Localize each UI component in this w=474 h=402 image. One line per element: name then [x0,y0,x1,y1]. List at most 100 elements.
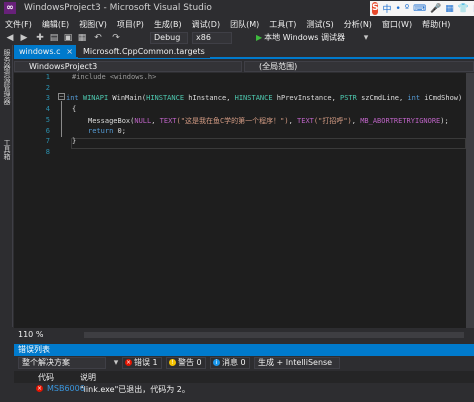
column-code[interactable]: 代码 [38,372,54,383]
solution-platform-select[interactable]: x86 [192,32,232,44]
column-description[interactable]: 说明 [80,372,96,383]
filter-icon[interactable]: ▾ [110,357,122,369]
macro: TEXT [297,117,314,125]
type: HINSTANCE [146,94,185,102]
macro: MB_ABORTRETRYIGNORE [360,117,441,125]
project-select[interactable]: WindowsProject3 [14,61,242,72]
server-explorer-tab[interactable]: 服务器资源管理器 [2,49,12,105]
close-icon[interactable]: × [66,45,73,58]
error-list-title[interactable]: 错误列表 [14,344,474,356]
ime-toolbar[interactable]: S 中 • º ⌨ 🎤 ▦ 👕 ▦ [370,1,474,16]
start-debugging-button[interactable]: ▶ 本地 Windows 调试器 [256,32,345,44]
keyword: int [66,94,79,102]
identifier: 0; [113,127,126,135]
keyword: return [88,127,114,135]
title-bar: ∞ WindowsProject3 - Microsoft Visual Stu… [0,0,474,17]
warnings-filter-button[interactable]: ! 警告 0 [166,357,206,369]
menu-project[interactable]: 项目(P) [112,19,149,30]
horizontal-scrollbar[interactable] [84,332,464,338]
errors-filter-button[interactable]: × 错误 1 [122,357,162,369]
solution-config-select[interactable]: Debug [150,32,188,44]
menu-edit[interactable]: 编辑(E) [37,19,74,30]
left-tool-strip: 服务器资源管理器 工具箱 [0,45,13,327]
error-scope-value: 整个解决方案 [22,358,70,367]
redo-icon[interactable]: ↷ [110,32,122,44]
menu-debug[interactable]: 调试(D) [187,19,225,30]
line-number: 4 [45,105,50,113]
ime-emoji-icon[interactable]: º [405,4,409,14]
separator: , [351,117,361,125]
scope-select[interactable]: (全局范围) [244,61,474,72]
menu-bar: 文件(F) 编辑(E) 视图(V) 项目(P) 生成(B) 调试(D) 团队(M… [0,17,474,31]
menu-build[interactable]: 生成(B) [149,19,187,30]
menu-file[interactable]: 文件(F) [0,19,37,30]
code-line-6: return 0; [88,127,126,135]
project-value: WindowsProject3 [29,62,98,71]
ime-punct-icon[interactable]: • [396,4,401,14]
code-editor[interactable]: 1 2 3 4 5 6 7 8 − #include <windows.h> i… [14,73,466,328]
toolbar-extra-icon[interactable]: ▾ [360,32,372,44]
collapse-icon[interactable]: − [58,93,65,100]
save-all-icon[interactable]: ▦ [76,32,88,44]
menu-test[interactable]: 测试(S) [301,19,338,30]
ime-skin-icon[interactable]: 👕 [458,4,469,14]
build-filter-select[interactable]: 生成 + IntelliSense [254,357,340,369]
table-row[interactable]: × MSB6006 "link.exe"已退出，代码为 2。 [14,383,474,395]
errors-count: 错误 1 [134,358,158,367]
identifier: MessageBox( [88,117,135,125]
code-line-7: } [72,137,77,145]
zoom-bar: 110 % [14,328,474,342]
menu-help[interactable]: 帮助(H) [417,19,455,30]
menu-analyze[interactable]: 分析(N) [339,19,377,30]
ime-toolbox-icon[interactable]: ▦ [445,4,454,14]
play-icon: ▶ [256,33,263,42]
code-line-5: MessageBox(NULL, TEXT("这是我在鱼C学的第一个程序！"),… [88,116,449,126]
menu-tools[interactable]: 工具(T) [264,19,301,30]
menu-team[interactable]: 团队(M) [225,19,264,30]
identifier: hInstance, [184,94,235,102]
separator: ); [440,117,449,125]
document-tab-strip: windows.c × Microsoft.CppCommon.targets [14,45,474,59]
undo-icon[interactable]: ↶ [92,32,104,44]
line-number: 2 [45,84,50,92]
zoom-level[interactable]: 110 % [18,330,43,339]
vertical-scrollbar[interactable] [466,73,474,328]
line-number: 8 [45,148,50,156]
error-icon: × [36,385,43,392]
solution-platform-value: x86 [196,33,211,42]
error-list-toolbar: 整个解决方案 ▾ × 错误 1 ! 警告 0 i 消息 0 生成 + IntelliS… [14,356,474,370]
error-scope-select[interactable]: 整个解决方案 [18,357,106,369]
identifier: WinMain( [108,94,147,102]
sogou-logo-icon[interactable]: S [372,2,379,15]
visual-studio-logo-icon: ∞ [4,2,16,14]
identifier: hPrevInstance, [272,94,340,102]
ime-keyboard-icon[interactable]: ⌨ [413,4,426,14]
menu-window[interactable]: 窗口(W) [377,19,417,30]
tab-windows-c[interactable]: windows.c × [14,45,76,58]
tab-label: windows.c [19,47,61,56]
fold-guide [61,101,62,137]
code-line-3: int WINAPI WinMain(HINSTANCE hInstance, … [66,94,462,102]
string-literal: ("打招呼") [313,117,352,125]
line-number: 3 [45,94,50,102]
back-icon[interactable]: ◀ [4,32,16,44]
window-title: WindowsProject3 - Microsoft Visual Studi… [24,3,212,13]
forward-icon[interactable]: ▶ [18,32,30,44]
tab-cppcommon-targets[interactable]: Microsoft.CppCommon.targets [78,45,210,58]
messages-count: 消息 0 [222,358,246,367]
macro: NULL [134,117,152,125]
code-line-1: #include <windows.h> [72,73,157,81]
ime-voice-icon[interactable]: 🎤 [430,4,441,14]
line-number: 1 [45,73,50,81]
open-file-icon[interactable]: ▤ [48,32,60,44]
messages-filter-button[interactable]: i 消息 0 [210,357,250,369]
error-icon: × [125,359,132,366]
type: WINAPI [82,94,109,102]
ime-mode-icon[interactable]: 中 [382,2,391,15]
save-icon[interactable]: ▣ [62,32,74,44]
solution-config-value: Debug [154,33,181,42]
menu-view[interactable]: 视图(V) [74,19,112,30]
toolbox-tab[interactable]: 工具箱 [2,139,12,160]
separator: , [288,117,298,125]
new-project-icon[interactable]: ✚ [34,32,46,44]
